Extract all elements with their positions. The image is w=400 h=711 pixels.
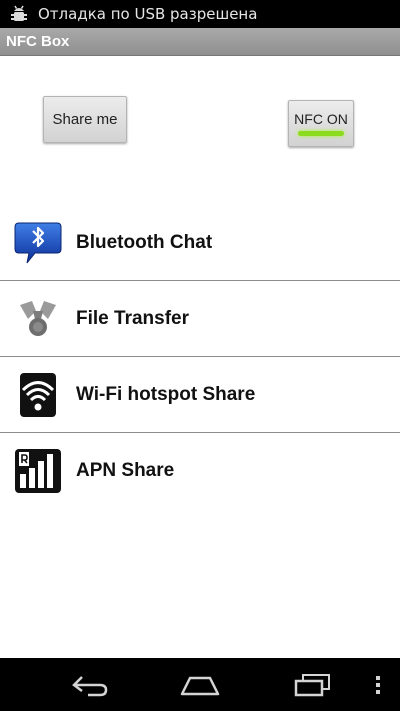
recent-apps-icon[interactable] <box>282 658 342 711</box>
status-notification-text: Отладка по USB разрешена <box>38 5 258 23</box>
share-me-label: Share me <box>52 111 118 128</box>
back-icon[interactable] <box>60 658 120 711</box>
home-icon[interactable] <box>170 658 230 711</box>
overflow-menu-icon[interactable] <box>368 658 388 711</box>
usb-debugging-icon <box>0 0 38 28</box>
nfc-status-indicator <box>298 131 344 136</box>
nfc-toggle-button[interactable]: NFC ON <box>288 100 354 147</box>
list-item-apn-share[interactable]: APN Share <box>0 433 400 509</box>
list-item-label: File Transfer <box>76 307 189 329</box>
system-navigation-bar <box>0 658 400 711</box>
bluetooth-chat-icon <box>0 205 76 281</box>
app-title-bar: NFC Box <box>0 28 400 56</box>
share-me-button[interactable]: Share me <box>43 96 127 143</box>
wifi-hotspot-icon <box>0 357 76 433</box>
feature-list: Bluetooth Chat File Transfer Wi-Fi hotsp <box>0 205 400 509</box>
nfc-toggle-label: NFC ON <box>294 111 348 127</box>
list-item-bluetooth-chat[interactable]: Bluetooth Chat <box>0 205 400 281</box>
apn-signal-icon <box>0 433 76 509</box>
app-title: NFC Box <box>6 33 70 50</box>
list-item-file-transfer[interactable]: File Transfer <box>0 281 400 357</box>
status-bar: Отладка по USB разрешена <box>0 0 400 28</box>
list-item-label: Wi-Fi hotspot Share <box>76 383 256 405</box>
list-item-label: Bluetooth Chat <box>76 231 213 253</box>
list-item-label: APN Share <box>76 460 175 481</box>
list-item-wifi-hotspot-share[interactable]: Wi-Fi hotspot Share <box>0 357 400 433</box>
file-transfer-icon <box>0 281 76 357</box>
